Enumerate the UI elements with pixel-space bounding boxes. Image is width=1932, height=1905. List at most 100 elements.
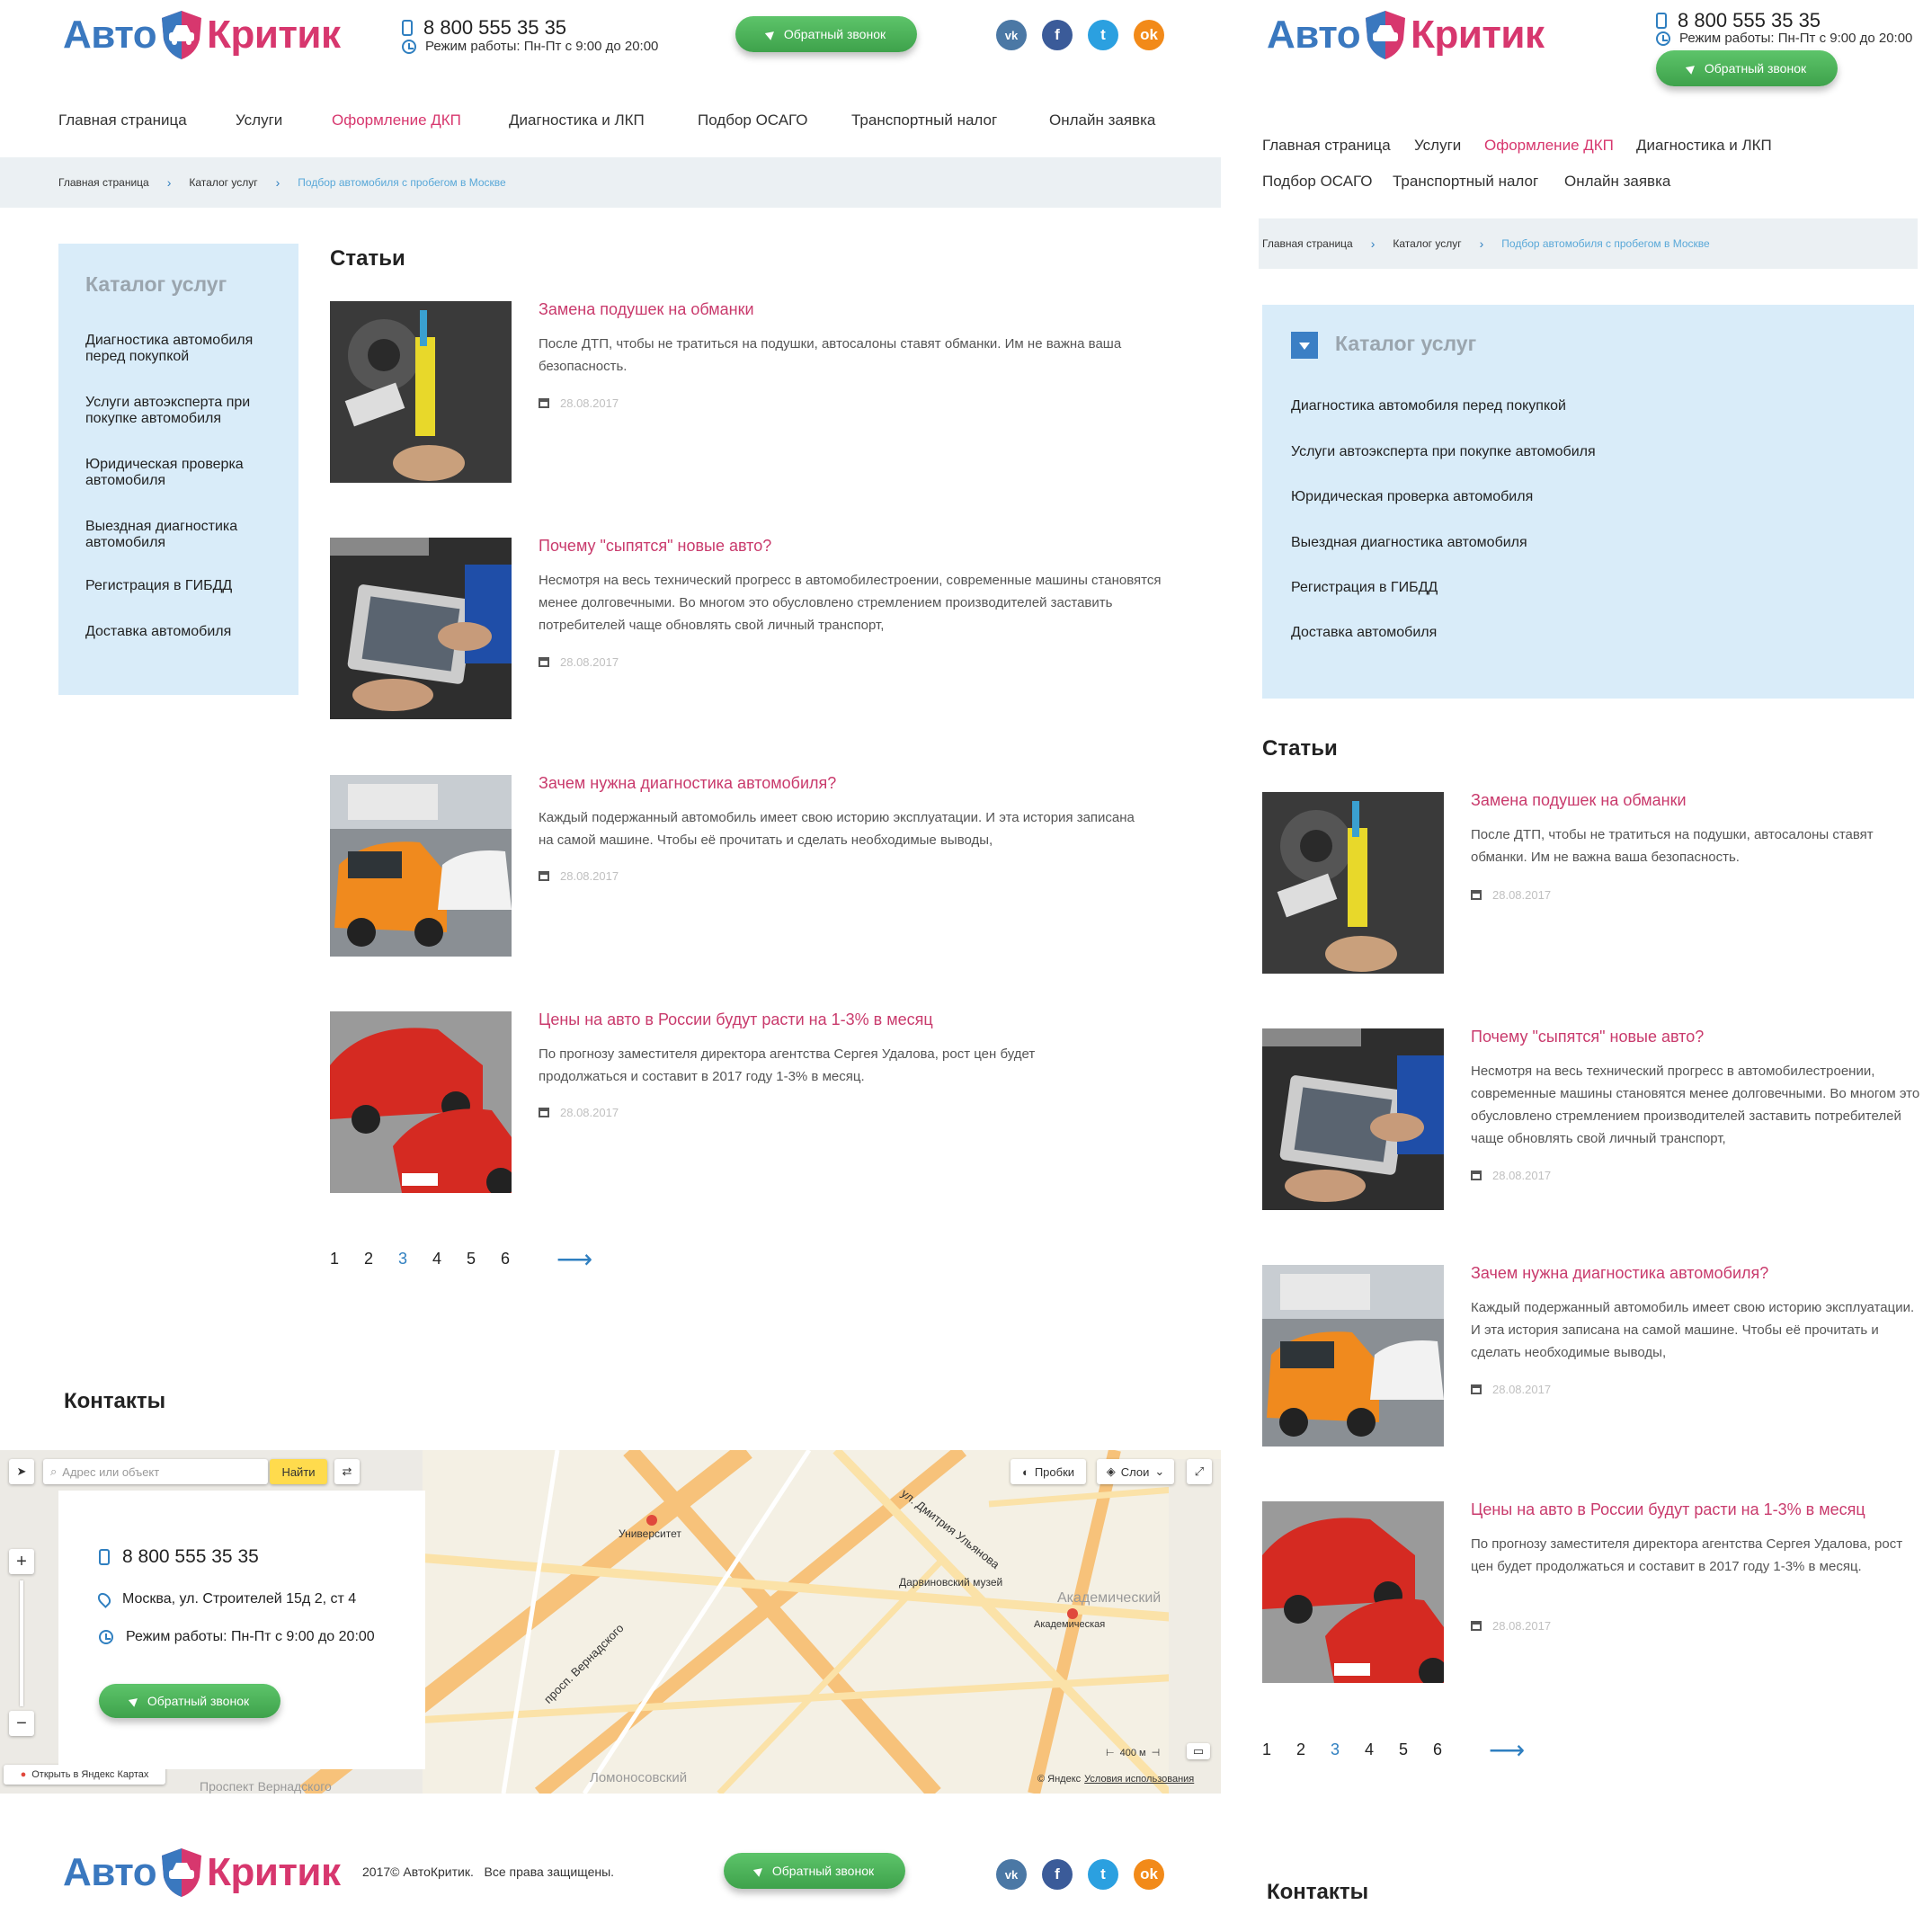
odnoklassniki-icon[interactable]: ok <box>1134 1859 1164 1890</box>
map-label: Проспект Вернадского <box>200 1779 332 1794</box>
vk-icon[interactable]: vk <box>996 1859 1027 1890</box>
twitter-icon[interactable]: t <box>1088 20 1118 50</box>
page-link[interactable]: 2 <box>1296 1740 1331 1759</box>
arrow-right-icon[interactable]: ⟶ <box>1489 1735 1525 1765</box>
article-text: Несмотря на весь технический прогресс в … <box>539 573 1162 633</box>
article-image-airbag[interactable] <box>1262 792 1444 974</box>
article-image-diagnostic[interactable] <box>330 538 512 719</box>
article-title[interactable]: Замена подушек на обманки <box>539 300 754 319</box>
catalog-item[interactable]: Доставка автомобиля <box>85 624 279 640</box>
nav-tax[interactable]: Транспортный налог <box>1393 173 1538 191</box>
footer-callback-button[interactable]: Обратный звонок <box>724 1853 905 1889</box>
catalog-item[interactable]: Выездная диагностика автомобиля <box>85 519 279 551</box>
article-image-red-cars[interactable] <box>1262 1501 1444 1683</box>
article-image-diagnostic[interactable] <box>1262 1028 1444 1210</box>
nav-online-request[interactable]: Онлайн заявка <box>1049 111 1155 129</box>
catalog-item[interactable]: Диагностика автомобиля перед покупкой <box>1291 398 1566 414</box>
breadcrumb-catalog[interactable]: Каталог услуг <box>189 176 257 189</box>
page-link[interactable]: 1 <box>330 1250 364 1269</box>
traffic-button[interactable]: ◐ Пробки <box>1011 1459 1086 1484</box>
page-link[interactable]: 4 <box>1365 1740 1399 1759</box>
catalog-item[interactable]: Выездная диагностика автомобиля <box>1291 535 1527 551</box>
contacts-map[interactable]: Университет просп. Вернадского Дарвиновс… <box>0 1450 1221 1794</box>
page-link[interactable]: 5 <box>1399 1740 1433 1759</box>
callback-button[interactable]: Обратный звонок <box>735 16 917 52</box>
layers-button[interactable]: ◈ Слои ⌄ <box>1097 1459 1174 1484</box>
clock-icon <box>99 1630 113 1644</box>
nav-osago[interactable]: Подбор ОСАГО <box>1262 173 1373 191</box>
calendar-icon <box>1471 1621 1482 1631</box>
article-title[interactable]: Зачем нужна диагностика автомобиля? <box>539 774 836 793</box>
nav-services[interactable]: Услуги <box>1414 137 1461 155</box>
header-phone[interactable]: 8 800 555 35 35 <box>402 16 566 40</box>
catalog-item[interactable]: Услуги автоэксперта при покупке автомоби… <box>1291 444 1596 460</box>
article-image-red-cars[interactable] <box>330 1011 512 1193</box>
catalog-item[interactable]: Доставка автомобиля <box>1291 625 1437 641</box>
zoom-slider[interactable] <box>20 1580 23 1706</box>
logo[interactable]: Авто Критик <box>1267 9 1545 61</box>
catalog-item[interactable]: Юридическая проверка автомобиля <box>1291 489 1533 505</box>
header-phone[interactable]: 8 800 555 35 35 <box>1656 9 1821 32</box>
catalog-item[interactable]: Регистрация в ГИБДД <box>1291 580 1438 596</box>
page-link[interactable]: 6 <box>501 1250 535 1269</box>
ruler-icon[interactable]: ▭ <box>1187 1743 1210 1759</box>
nav-dkp[interactable]: Оформление ДКП <box>332 111 461 129</box>
nav-services[interactable]: Услуги <box>236 111 282 129</box>
article-image-airbag[interactable] <box>330 301 512 483</box>
article-title[interactable]: Цены на авто в России будут расти на 1-3… <box>1471 1500 1865 1519</box>
article-title[interactable]: Почему "сыпятся" новые авто? <box>539 537 771 556</box>
contact-callback-button[interactable]: Обратный звонок <box>99 1684 280 1718</box>
twitter-icon[interactable]: t <box>1088 1859 1118 1890</box>
fullscreen-icon[interactable]: ⤢ <box>1187 1459 1212 1484</box>
zoom-out-icon[interactable]: − <box>9 1711 34 1736</box>
contact-phone[interactable]: 8 800 555 35 35 <box>99 1546 259 1568</box>
page-link-current[interactable]: 3 <box>398 1250 432 1269</box>
catalog-item[interactable]: Регистрация в ГИБДД <box>85 578 279 594</box>
map-search-input[interactable]: ⌕ Адрес или объект <box>43 1459 268 1484</box>
facebook-icon[interactable]: f <box>1042 20 1073 50</box>
arrow-right-icon[interactable]: ⟶ <box>556 1244 592 1274</box>
page-link[interactable]: 5 <box>467 1250 501 1269</box>
article-text: После ДТП, чтобы не тратиться на подушки… <box>539 336 1122 374</box>
article-image-smart[interactable] <box>330 775 512 957</box>
logo[interactable]: Авто Критик <box>63 9 341 61</box>
page-link[interactable]: 1 <box>1262 1740 1296 1759</box>
map-label: Академический <box>1057 1590 1162 1606</box>
page-link[interactable]: 4 <box>432 1250 467 1269</box>
odnoklassniki-icon[interactable]: ok <box>1134 20 1164 50</box>
article-title[interactable]: Цены на авто в России будут расти на 1-3… <box>539 1010 933 1029</box>
header-hours: Режим работы: Пн-Пт с 9:00 до 20:00 <box>1656 31 1912 46</box>
nav-home[interactable]: Главная страница <box>1262 137 1391 155</box>
facebook-icon[interactable]: f <box>1042 1859 1073 1890</box>
nav-dkp[interactable]: Оформление ДКП <box>1484 137 1614 155</box>
callback-button[interactable]: Обратный звонок <box>1656 50 1838 86</box>
map-terms-link[interactable]: Условия использования <box>1084 1774 1194 1785</box>
breadcrumb-catalog[interactable]: Каталог услуг <box>1393 237 1461 250</box>
nav-diagnostics[interactable]: Диагностика и ЛКП <box>509 111 645 129</box>
map-search-button[interactable]: Найти <box>270 1459 327 1484</box>
geolocation-icon[interactable]: ➤ <box>9 1459 34 1484</box>
route-icon[interactable]: ⇄ <box>334 1459 360 1484</box>
catalog-item[interactable]: Услуги автоэксперта при покупке автомоби… <box>85 395 279 427</box>
page-link-current[interactable]: 3 <box>1331 1740 1365 1759</box>
catalog-item[interactable]: Диагностика автомобиля перед покупкой <box>85 333 279 365</box>
nav-home[interactable]: Главная страница <box>58 111 187 129</box>
nav-diagnostics[interactable]: Диагностика и ЛКП <box>1636 137 1772 155</box>
catalog-item[interactable]: Юридическая проверка автомобиля <box>85 457 279 489</box>
article-title[interactable]: Зачем нужна диагностика автомобиля? <box>1471 1264 1768 1283</box>
article-image-smart[interactable] <box>1262 1265 1444 1447</box>
nav-osago[interactable]: Подбор ОСАГО <box>698 111 808 129</box>
article-title[interactable]: Почему "сыпятся" новые авто? <box>1471 1028 1704 1046</box>
page-link[interactable]: 2 <box>364 1250 398 1269</box>
nav-tax[interactable]: Транспортный налог <box>851 111 997 129</box>
chevron-right-icon: › <box>1370 236 1376 251</box>
nav-online-request[interactable]: Онлайн заявка <box>1564 173 1670 191</box>
page-link[interactable]: 6 <box>1433 1740 1467 1759</box>
article-title[interactable]: Замена подушек на обманки <box>1471 791 1687 810</box>
zoom-in-icon[interactable]: + <box>9 1549 34 1574</box>
catalog-toggle-icon[interactable] <box>1291 332 1318 359</box>
breadcrumb-home[interactable]: Главная страница <box>58 176 149 189</box>
vk-icon[interactable]: vk <box>996 20 1027 50</box>
breadcrumb-home[interactable]: Главная страница <box>1262 237 1353 250</box>
footer-logo[interactable]: Авто Критик <box>63 1847 341 1899</box>
